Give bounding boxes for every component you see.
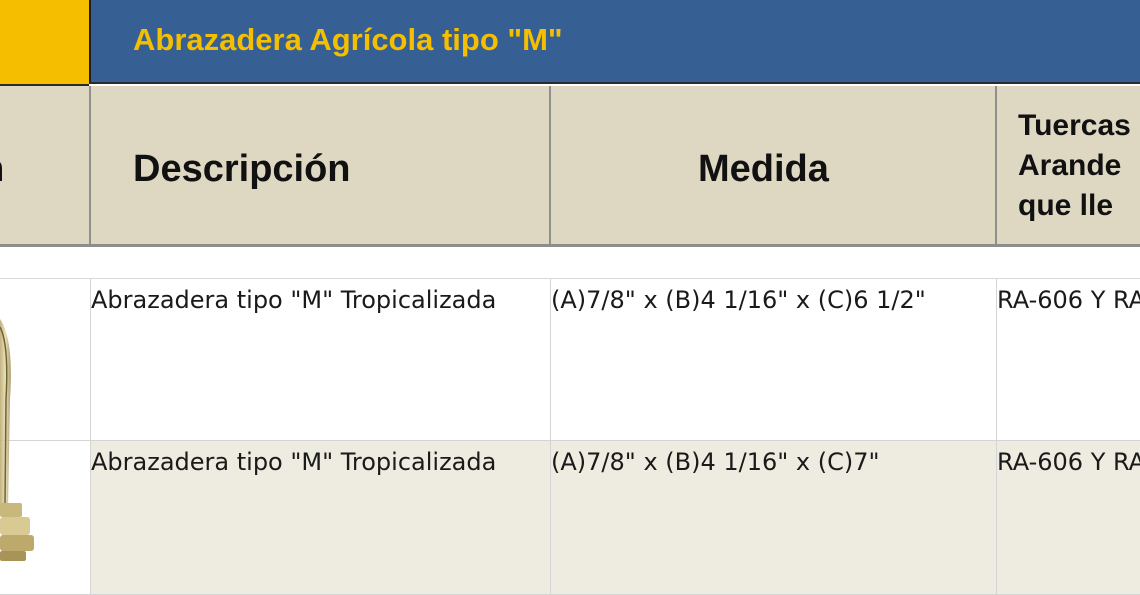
header-cell-medida: Medida <box>551 86 997 246</box>
table-row-2-descripcion-cell: Abrazadera tipo "M" Tropicalizada <box>91 441 551 595</box>
table-row-2-tuercas-cell: RA-606 Y RA <box>997 441 1140 595</box>
header-cell-tuercas: Tuercas Arande que lle <box>997 86 1140 246</box>
title-accent-block <box>0 0 89 86</box>
table-row-2-tuercas: RA-606 Y RA <box>997 448 1140 476</box>
table-row-2-medida: (A)7/8" x (B)4 1/16" x (C)7" <box>551 448 880 476</box>
product-table-page: Abrazadera Agrícola tipo "M" en Descripc… <box>0 0 1140 595</box>
table-spacer-row <box>0 247 1140 279</box>
table-row-1-descripcion: Abrazadera tipo "M" Tropicalizada <box>91 286 497 314</box>
table-row-1-medida: (A)7/8" x (B)4 1/16" x (C)6 1/2" <box>551 286 926 314</box>
header-imagen-label: en <box>0 148 4 191</box>
clamp-product-image <box>0 319 34 561</box>
table-row-1-tuercas-cell: RA-606 Y RA <box>997 279 1140 441</box>
table-row-1-medida-cell: (A)7/8" x (B)4 1/16" x (C)6 1/2" <box>551 279 997 441</box>
header-tuercas-label: Tuercas Arande que lle <box>1018 109 1131 222</box>
header-descripcion-label: Descripción <box>133 148 351 190</box>
table-row-2-descripcion: Abrazadera tipo "M" Tropicalizada <box>91 448 497 476</box>
table-row-1-tuercas: RA-606 Y RA <box>997 286 1140 314</box>
header-medida-label: Medida <box>698 148 829 190</box>
header-cell-descripcion: Descripción <box>91 86 551 246</box>
table-row-2-medida-cell: (A)7/8" x (B)4 1/16" x (C)7" <box>551 441 997 595</box>
table-row-1-descripcion-cell: Abrazadera tipo "M" Tropicalizada <box>91 279 551 441</box>
header-cell-imagen: en <box>0 86 91 246</box>
page-title: Abrazadera Agrícola tipo "M" <box>133 22 563 57</box>
title-bar: Abrazadera Agrícola tipo "M" <box>89 0 1140 84</box>
